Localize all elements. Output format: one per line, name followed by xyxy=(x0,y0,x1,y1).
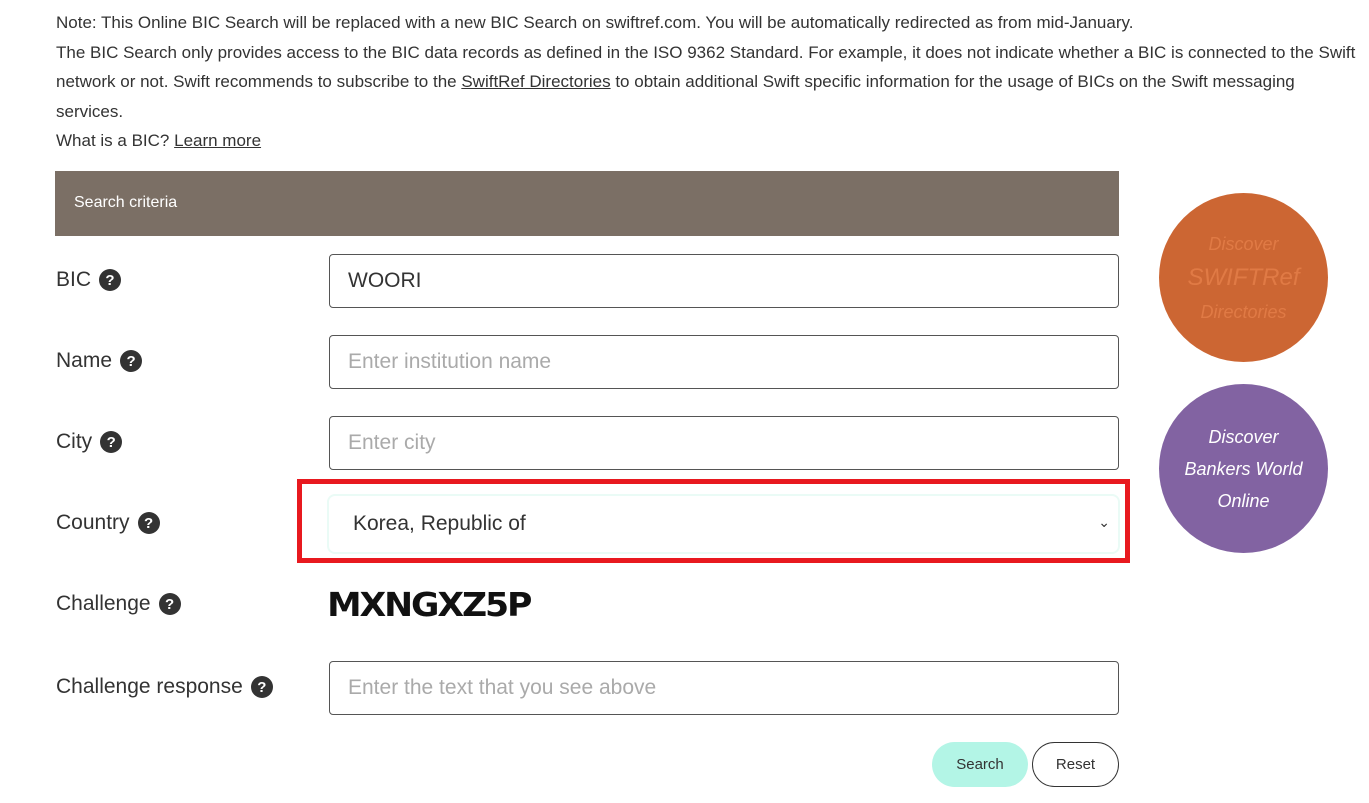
bic-input[interactable] xyxy=(329,254,1119,308)
help-icon[interactable]: ? xyxy=(100,431,123,453)
reset-button[interactable]: Reset xyxy=(1032,742,1119,787)
city-label: City? xyxy=(56,430,123,454)
city-input[interactable] xyxy=(329,416,1119,470)
what-is-bic: What is a BIC? xyxy=(56,131,175,150)
discover-bankers-world-promo[interactable]: Discover Bankers World Online xyxy=(1159,384,1328,553)
name-label: Name? xyxy=(56,349,143,373)
label-text: Name xyxy=(56,349,113,372)
promo-line: Discover xyxy=(1208,426,1279,447)
bic-label: BIC? xyxy=(56,268,122,292)
help-icon[interactable]: ? xyxy=(158,593,181,615)
label-text: City xyxy=(56,430,93,453)
help-icon[interactable]: ? xyxy=(137,512,160,534)
intro-text: Note: This Online BIC Search will be rep… xyxy=(56,8,1356,156)
label-text: Country xyxy=(56,511,130,534)
help-icon[interactable]: ? xyxy=(250,676,273,698)
label-text: BIC xyxy=(56,268,92,291)
discover-swiftref-promo[interactable]: Discover SWIFTRef Directories xyxy=(1159,193,1328,362)
help-icon[interactable]: ? xyxy=(120,350,143,372)
search-button[interactable]: Search xyxy=(932,742,1028,787)
help-icon[interactable]: ? xyxy=(99,269,122,291)
swiftref-directories-link[interactable]: SwiftRef Directories xyxy=(461,72,610,91)
promo-line: SWIFTRef xyxy=(1187,263,1300,291)
challenge-label: Challenge? xyxy=(56,592,181,616)
challenge-response-label: Challenge response? xyxy=(56,675,273,699)
promo-line: Online xyxy=(1217,490,1270,511)
country-label: Country? xyxy=(56,511,160,535)
search-criteria-header: Search criteria xyxy=(55,171,1119,236)
promo-line: Directories xyxy=(1200,301,1287,322)
label-text: Challenge xyxy=(56,592,151,615)
learn-more-link[interactable]: Learn more xyxy=(174,131,261,150)
note: Note: This Online BIC Search will be rep… xyxy=(56,13,1134,32)
promo-line: Discover xyxy=(1208,233,1279,254)
name-input[interactable] xyxy=(329,335,1119,389)
label-text: Challenge response xyxy=(56,675,243,698)
challenge-response-input[interactable] xyxy=(329,661,1119,715)
promo-line: Bankers World xyxy=(1184,458,1303,479)
captcha-image: MXNGXZ5P xyxy=(327,585,532,624)
highlight-box xyxy=(297,479,1130,563)
